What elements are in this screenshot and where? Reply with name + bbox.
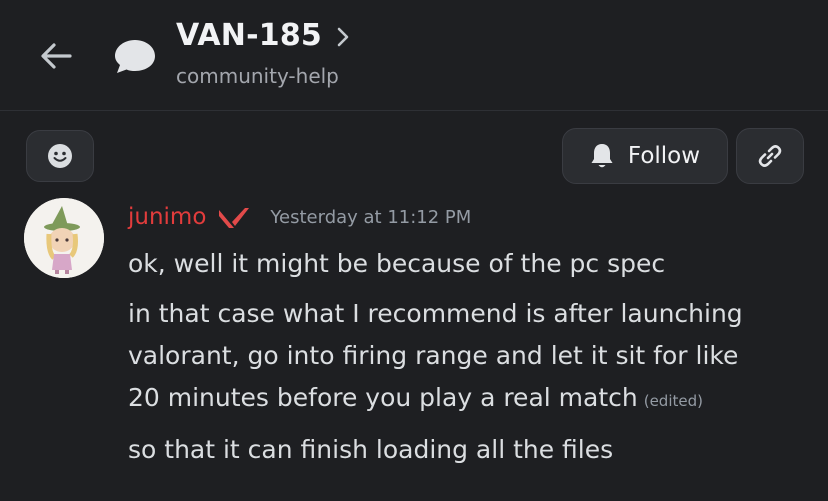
follow-button[interactable]: Follow — [562, 128, 728, 184]
edited-label: (edited) — [643, 392, 703, 410]
message-text: ok, well it might be because of the pc s… — [128, 249, 666, 278]
message-header: junimo Yesterday at 11:12 PM — [128, 204, 471, 230]
back-button[interactable] — [34, 34, 78, 78]
channel-name[interactable]: community-help — [176, 64, 339, 88]
thread-header: VAN-185 community-help — [0, 0, 828, 111]
follow-label: Follow — [627, 143, 701, 169]
thread-title-row[interactable]: VAN-185 — [176, 18, 350, 53]
speech-bubble-icon — [115, 40, 155, 73]
message-text: valorant, go into firing range and let i… — [128, 341, 739, 370]
emoji-button[interactable] — [26, 130, 94, 182]
message-text: in that case what I recommend is after l… — [128, 299, 743, 328]
valorant-logo-icon — [219, 208, 250, 228]
smiley-icon — [48, 144, 72, 168]
copy-link-button[interactable] — [736, 128, 804, 184]
message-text-line: 20 minutes before you play a real match (… — [128, 377, 703, 422]
avatar[interactable] — [24, 198, 104, 278]
message-timestamp: Yesterday at 11:12 PM — [270, 206, 472, 228]
message-author[interactable]: junimo — [128, 204, 206, 230]
avatar-image — [24, 198, 104, 278]
message-text: 20 minutes before you play a real match — [128, 383, 638, 412]
thread-title: VAN-185 — [176, 18, 322, 53]
link-icon — [758, 145, 782, 167]
chevron-right-icon — [337, 27, 349, 46]
message-text: so that it can finish loading all the fi… — [128, 435, 614, 464]
bell-icon — [591, 144, 613, 168]
arrow-left-icon — [41, 43, 72, 69]
